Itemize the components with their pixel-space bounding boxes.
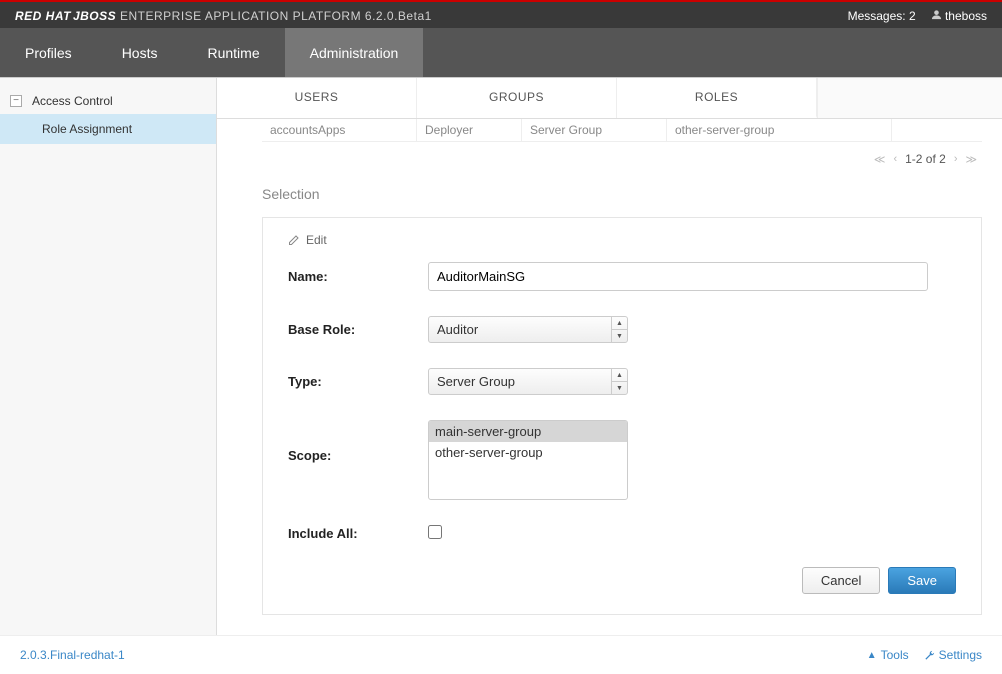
scope-option[interactable]: main-server-group — [429, 421, 627, 442]
footer-tools-link[interactable]: ▲ Tools — [867, 648, 909, 662]
label-baserole: Base Role: — [288, 322, 428, 337]
pager-prev-icon[interactable]: ‹ — [893, 153, 897, 165]
edit-link[interactable]: Edit — [288, 233, 956, 247]
user-menu[interactable]: theboss — [931, 9, 987, 23]
footer-tools-label: Tools — [881, 648, 909, 662]
footer-settings-link[interactable]: Settings — [924, 648, 982, 662]
stepper-icon: ▲▼ — [611, 369, 627, 394]
brand-redhat: RED HAT — [15, 9, 71, 23]
app-header: RED HATJBOSS ENTERPRISE APPLICATION PLAT… — [0, 3, 1002, 28]
subtabs: USERS GROUPS ROLES — [217, 78, 1002, 119]
subtab-groups[interactable]: GROUPS — [417, 78, 617, 118]
baserole-select[interactable]: Auditor ▲▼ — [428, 316, 628, 343]
caret-up-icon: ▲ — [867, 650, 877, 661]
subtab-users[interactable]: USERS — [217, 78, 417, 118]
brand: RED HATJBOSS ENTERPRISE APPLICATION PLAT… — [15, 9, 432, 23]
brand-version: 6.2.0.Beta1 — [365, 9, 432, 23]
scope-listbox[interactable]: main-server-group other-server-group — [428, 420, 628, 500]
table-row[interactable]: accountsApps Deployer Server Group other… — [262, 119, 982, 142]
cell-type: Server Group — [522, 119, 667, 141]
save-button[interactable]: Save — [888, 567, 956, 594]
brand-eap: ENTERPRISE APPLICATION PLATFORM — [116, 9, 365, 23]
footer-version: 2.0.3.Final-redhat-1 — [20, 648, 125, 662]
footer-settings-label: Settings — [939, 648, 982, 662]
nav-tab-runtime[interactable]: Runtime — [182, 28, 284, 77]
edit-label: Edit — [306, 233, 327, 247]
form-panel: Edit Name: Base Role: Auditor ▲▼ — [262, 217, 982, 615]
tree-item-role-assignment[interactable]: Role Assignment — [0, 114, 216, 144]
main-nav: Profiles Hosts Runtime Administration — [0, 28, 1002, 78]
edit-icon — [288, 234, 300, 246]
tree-label: Access Control — [32, 94, 113, 108]
pager-next-icon[interactable]: › — [954, 153, 958, 165]
nav-tab-administration[interactable]: Administration — [285, 28, 424, 77]
pager-first-icon[interactable]: ≪ — [874, 153, 886, 166]
type-select[interactable]: Server Group ▲▼ — [428, 368, 628, 395]
sidebar: − Access Control Role Assignment — [0, 78, 217, 635]
pager: ≪ ‹ 1-2 of 2 › ≫ — [262, 142, 982, 176]
footer: 2.0.3.Final-redhat-1 ▲ Tools Settings — [0, 635, 1002, 674]
cell-actions — [892, 119, 982, 141]
cancel-button[interactable]: Cancel — [802, 567, 880, 594]
name-input[interactable] — [428, 262, 928, 291]
nav-tab-profiles[interactable]: Profiles — [0, 28, 97, 77]
pager-text: 1-2 of 2 — [905, 152, 946, 166]
cell-scope: other-server-group — [667, 119, 892, 141]
username-label: theboss — [945, 9, 987, 23]
nav-tab-hosts[interactable]: Hosts — [97, 28, 183, 77]
stepper-icon: ▲▼ — [611, 317, 627, 342]
baserole-value: Auditor — [429, 317, 611, 342]
label-scope: Scope: — [288, 420, 428, 463]
label-name: Name: — [288, 269, 428, 284]
brand-jboss: JBOSS — [73, 9, 116, 23]
label-type: Type: — [288, 374, 428, 389]
messages-link[interactable]: Messages: 2 — [848, 9, 916, 23]
type-value: Server Group — [429, 369, 611, 394]
includeall-checkbox[interactable] — [428, 525, 442, 539]
section-title: Selection — [262, 186, 982, 202]
label-includeall: Include All: — [288, 526, 428, 541]
tree-collapse-icon[interactable]: − — [10, 95, 22, 107]
tree-item-access-control[interactable]: − Access Control — [0, 88, 216, 114]
cell-name: accountsApps — [262, 119, 417, 141]
wrench-icon — [924, 650, 935, 661]
scope-option[interactable]: other-server-group — [429, 442, 627, 463]
pager-last-icon[interactable]: ≫ — [965, 153, 977, 166]
subtab-roles[interactable]: ROLES — [617, 78, 817, 118]
user-icon — [931, 9, 942, 20]
cell-baserole: Deployer — [417, 119, 522, 141]
